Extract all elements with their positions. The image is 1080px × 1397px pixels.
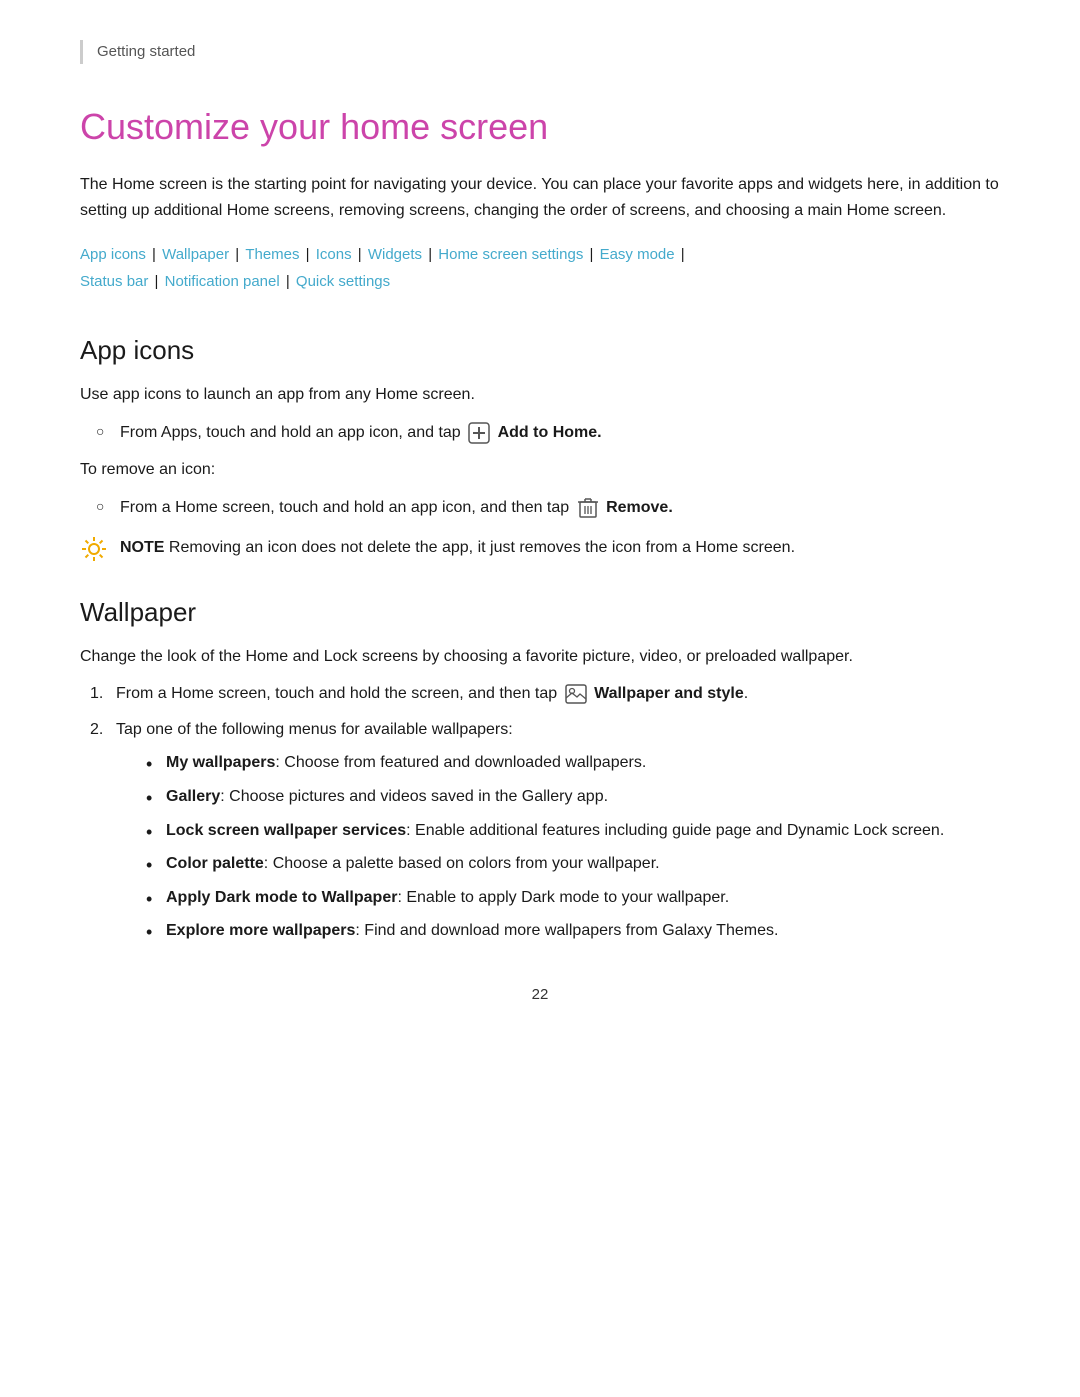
sub-item-text-1: : Choose pictures and videos saved in th… <box>220 788 608 805</box>
note-sun-icon <box>80 535 108 563</box>
sub-item-label-5: Explore more wallpapers <box>166 922 355 939</box>
nav-link-status-bar[interactable]: Status bar <box>80 273 148 290</box>
step1-suffix: . <box>744 685 748 702</box>
intro-paragraph: The Home screen is the starting point fo… <box>80 172 1000 223</box>
note-label: NOTE <box>120 539 164 556</box>
nav-separator-4: | <box>354 246 366 263</box>
nav-separator-6: | <box>585 246 597 263</box>
remove-icon <box>577 497 599 519</box>
sub-item-dark-mode: Apply Dark mode to Wallpaper: Enable to … <box>116 885 1000 911</box>
sub-item-label-0: My wallpapers <box>166 754 275 771</box>
sub-item-text-3: : Choose a palette based on colors from … <box>264 855 660 872</box>
nav-link-icons[interactable]: Icons <box>316 246 352 263</box>
nav-link-wallpaper[interactable]: Wallpaper <box>162 246 229 263</box>
to-remove-label: To remove an icon: <box>80 457 1000 483</box>
nav-link-easy-mode[interactable]: Easy mode <box>600 246 675 263</box>
sub-item-label-4: Apply Dark mode to Wallpaper <box>166 889 397 906</box>
sub-item-explore: Explore more wallpapers: Find and downlo… <box>116 918 1000 944</box>
sub-item-text-2: : Enable additional features including g… <box>406 822 944 839</box>
sub-item-lock-screen: Lock screen wallpaper services: Enable a… <box>116 818 1000 844</box>
breadcrumb-text: Getting started <box>97 43 195 60</box>
wallpaper-step-1: From a Home screen, touch and hold the s… <box>80 681 1000 707</box>
step2-text: Tap one of the following menus for avail… <box>116 721 513 738</box>
bullet1-bold: Add to Home. <box>498 424 602 441</box>
sub-item-label-3: Color palette <box>166 855 264 872</box>
page-number: 22 <box>80 984 1000 1007</box>
wallpaper-icon <box>565 683 587 705</box>
wallpaper-steps: From a Home screen, touch and hold the s… <box>80 681 1000 944</box>
sub-item-text-0: : Choose from featured and downloaded wa… <box>275 754 646 771</box>
app-icons-intro: Use app icons to launch an app from any … <box>80 382 1000 408</box>
section-wallpaper: Wallpaper Change the look of the Home an… <box>80 593 1000 944</box>
nav-separator-2: | <box>231 246 243 263</box>
section-app-icons: App icons Use app icons to launch an app… <box>80 331 1000 562</box>
nav-separator-7: | <box>677 246 685 263</box>
bullet1-prefix: From Apps, touch and hold an app icon, a… <box>120 424 461 441</box>
sub-item-color-palette: Color palette: Choose a palette based on… <box>116 851 1000 877</box>
remove-bullets: From a Home screen, touch and hold an ap… <box>80 495 1000 521</box>
add-to-home-icon <box>468 422 490 444</box>
sub-item-text-4: : Enable to apply Dark mode to your wall… <box>397 889 729 906</box>
sub-item-label-1: Gallery <box>166 788 220 805</box>
sub-item-label-2: Lock screen wallpaper services <box>166 822 406 839</box>
nav-separator-8: | <box>150 273 162 290</box>
nav-link-notification-panel[interactable]: Notification panel <box>165 273 280 290</box>
wallpaper-intro: Change the look of the Home and Lock scr… <box>80 644 1000 670</box>
note-content: Removing an icon does not delete the app… <box>169 539 795 556</box>
app-icons-bullets: From Apps, touch and hold an app icon, a… <box>80 420 1000 446</box>
nav-separator-1: | <box>148 246 160 263</box>
nav-link-widgets[interactable]: Widgets <box>368 246 422 263</box>
bullet2-bold: Remove. <box>606 499 673 516</box>
nav-separator-3: | <box>302 246 314 263</box>
nav-separator-5: | <box>424 246 436 263</box>
breadcrumb: Getting started <box>80 40 1000 64</box>
nav-links: App icons | Wallpaper | Themes | Icons |… <box>80 241 1000 295</box>
note-text: NOTE Removing an icon does not delete th… <box>120 535 795 561</box>
sub-item-gallery: Gallery: Choose pictures and videos save… <box>116 784 1000 810</box>
wallpaper-sub-items: My wallpapers: Choose from featured and … <box>116 750 1000 944</box>
nav-link-quick-settings[interactable]: Quick settings <box>296 273 390 290</box>
nav-link-themes[interactable]: Themes <box>245 246 299 263</box>
page-container: Getting started Customize your home scre… <box>0 0 1080 1397</box>
wallpaper-step-2: Tap one of the following menus for avail… <box>80 717 1000 944</box>
section-wallpaper-title: Wallpaper <box>80 593 1000 632</box>
sub-item-text-5: : Find and download more wallpapers from… <box>355 922 778 939</box>
remove-bullet-1: From a Home screen, touch and hold an ap… <box>80 495 1000 521</box>
note-box: NOTE Removing an icon does not delete th… <box>80 535 1000 563</box>
page-title: Customize your home screen <box>80 100 1000 154</box>
nav-link-home-screen-settings[interactable]: Home screen settings <box>438 246 583 263</box>
section-app-icons-title: App icons <box>80 331 1000 370</box>
step1-prefix: From a Home screen, touch and hold the s… <box>116 685 557 702</box>
nav-link-app-icons[interactable]: App icons <box>80 246 146 263</box>
nav-separator-9: | <box>282 273 294 290</box>
app-icons-bullet-1: From Apps, touch and hold an app icon, a… <box>80 420 1000 446</box>
step1-bold: Wallpaper and style <box>594 685 744 702</box>
bullet2-prefix: From a Home screen, touch and hold an ap… <box>120 499 569 516</box>
sub-item-my-wallpapers: My wallpapers: Choose from featured and … <box>116 750 1000 776</box>
